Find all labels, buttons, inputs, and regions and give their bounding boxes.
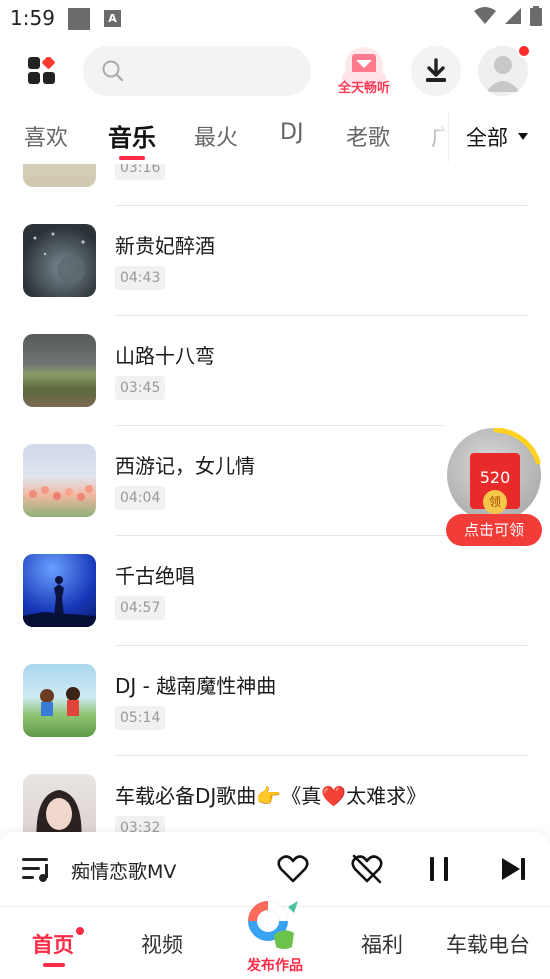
search-icon: [102, 60, 124, 82]
list-item[interactable]: 新贵妃醉酒 04:43: [0, 205, 550, 334]
notification-square-icon: [68, 8, 90, 30]
tab-dj[interactable]: DJ: [280, 120, 303, 145]
header: 全天畅听: [0, 40, 550, 102]
song-cover: [23, 774, 96, 832]
vip-all-day-button[interactable]: 全天畅听: [328, 46, 400, 98]
notification-a-icon: A: [104, 10, 121, 27]
tab-oldies[interactable]: 老歌: [346, 120, 390, 152]
tab-fade: [418, 112, 448, 162]
nav-video[interactable]: 视频: [141, 929, 183, 959]
now-playing-title[interactable]: 痴情恋歌MV: [71, 857, 176, 884]
song-duration: 03:16: [115, 164, 166, 180]
nav-welfare[interactable]: 福利: [361, 929, 403, 959]
song-title: 新贵妃醉酒: [115, 234, 215, 258]
next-track-icon[interactable]: [496, 852, 530, 886]
list-item[interactable]: 03:16: [0, 164, 550, 224]
status-bar: 1:59 A: [0, 0, 550, 38]
song-duration: 04:57: [115, 596, 166, 620]
song-title: 西游记，女儿情: [115, 454, 255, 478]
song-title: 车载必备DJ歌曲👉《真❤️太难求》: [115, 784, 427, 808]
coin-icon: 领: [483, 490, 507, 514]
heart-icon[interactable]: [276, 852, 310, 886]
tab-active-indicator: [119, 156, 145, 160]
list-item[interactable]: 车载必备DJ歌曲👉《真❤️太难求》 03:32: [0, 755, 550, 832]
song-duration: 05:14: [115, 706, 166, 730]
dislike-heart-icon[interactable]: [350, 852, 384, 886]
divider: [115, 645, 527, 646]
notification-dot: [517, 44, 531, 58]
divider: [115, 755, 527, 756]
song-cover: [23, 224, 96, 297]
download-icon: [426, 58, 446, 82]
claim-button[interactable]: 点击可领: [446, 514, 542, 546]
status-icons: [474, 6, 542, 26]
nav-active-indicator: [43, 963, 65, 967]
song-duration: 04:04: [115, 486, 166, 510]
battery-icon: [530, 6, 542, 26]
status-time: 1:59: [10, 6, 55, 30]
raindrops-image: [33, 232, 85, 284]
tulips-image: [29, 485, 93, 501]
list-item[interactable]: 千古绝唱 04:57: [0, 535, 550, 664]
song-cover: [23, 554, 96, 627]
portrait-image: [36, 790, 82, 832]
playlist-icon[interactable]: [22, 856, 52, 884]
divider: [115, 315, 527, 316]
publish-icon[interactable]: [244, 897, 304, 955]
song-cover: [23, 444, 96, 517]
download-button[interactable]: [411, 46, 461, 96]
tab-all-label: 全部: [466, 126, 508, 150]
search-input[interactable]: [83, 46, 311, 96]
anime-kids-image: [40, 687, 80, 716]
nav-home[interactable]: 首页: [32, 929, 74, 959]
mini-player: 痴情恋歌MV: [0, 832, 550, 906]
song-title: DJ - 越南魔性神曲: [115, 674, 277, 698]
list-item[interactable]: DJ - 越南魔性神曲 05:14: [0, 645, 550, 774]
tab-music[interactable]: 音乐: [108, 118, 156, 153]
song-title: 千古绝唱: [115, 564, 195, 588]
song-duration: 03:45: [115, 376, 166, 400]
concert-image: [23, 576, 96, 627]
vip-label: 全天畅听: [337, 81, 390, 96]
song-duration: 04:43: [115, 266, 166, 290]
divider: [115, 425, 445, 426]
wifi-icon: [474, 7, 496, 24]
signal-icon: [505, 8, 521, 24]
tab-hottest[interactable]: 最火: [194, 120, 238, 152]
nav-car-radio[interactable]: 车载电台: [446, 929, 530, 959]
tab-all-dropdown[interactable]: 全部: [448, 112, 550, 162]
pause-icon[interactable]: [422, 852, 456, 886]
tab-likes[interactable]: 喜欢: [24, 120, 68, 152]
category-tabs: 喜欢 音乐 最火 DJ 老歌 广 全部: [0, 112, 550, 164]
song-duration: 03:32: [115, 816, 166, 832]
caret-down-icon: [518, 133, 528, 140]
red-packet-widget[interactable]: 520 领 点击可领: [446, 428, 542, 548]
song-cover: [23, 164, 96, 187]
song-cover: [23, 664, 96, 737]
nav-publish[interactable]: 发布作品: [244, 955, 306, 975]
bottom-nav: 首页 视频 发布作品 福利 车载电台: [0, 901, 550, 979]
app-logo-icon[interactable]: [28, 57, 56, 85]
divider: [115, 205, 527, 206]
red-packet-amount: 520: [479, 468, 511, 487]
song-cover: [23, 334, 96, 407]
song-title: 山路十八弯: [115, 344, 215, 368]
nav-home-dot: [74, 925, 86, 937]
